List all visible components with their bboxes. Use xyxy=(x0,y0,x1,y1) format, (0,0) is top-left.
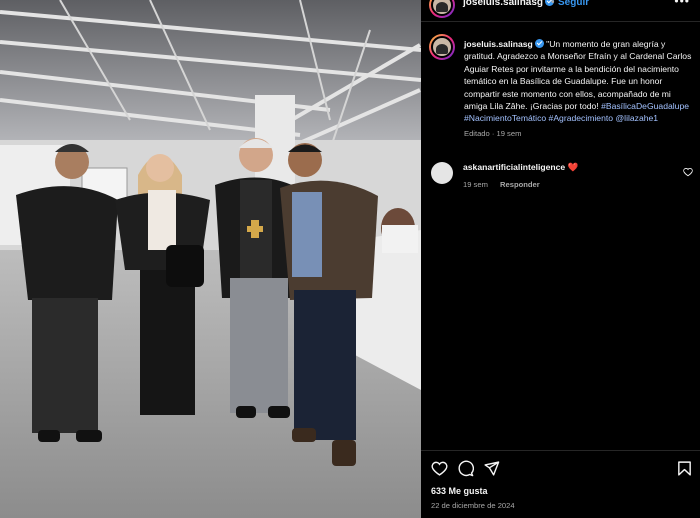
commenter-username[interactable]: askanartificialinteligence xyxy=(463,162,565,172)
author-avatar[interactable] xyxy=(429,0,455,18)
caption-author-avatar[interactable] xyxy=(429,34,455,60)
hashtag-nacimiento[interactable]: #NacimientoTemático xyxy=(464,113,546,123)
divider xyxy=(421,450,700,451)
likes-count[interactable]: 633 Me gusta xyxy=(431,486,488,496)
hashtag-basilica[interactable]: #BasílicaDeGuadalupe xyxy=(601,101,689,111)
more-options-icon[interactable]: ••• xyxy=(674,0,690,8)
post-actions xyxy=(431,460,693,478)
post-date: 22 de diciembre de 2024 xyxy=(431,501,515,510)
comment-icon[interactable] xyxy=(457,460,474,477)
commenter-avatar[interactable] xyxy=(431,162,453,184)
post-header: joseluis.salinasg • Seguir ••• xyxy=(421,0,700,22)
heart-outline-icon[interactable] xyxy=(431,460,448,477)
send-icon[interactable] xyxy=(483,460,500,477)
caption-username[interactable]: joseluis.salinasg xyxy=(464,39,533,49)
post-photo-illustration xyxy=(0,0,421,518)
follow-button[interactable]: Seguir xyxy=(558,0,589,8)
caption-username-text[interactable]: joseluis.salinasg xyxy=(464,39,533,49)
hashtag-agradecimiento[interactable]: #Agradecimiento xyxy=(549,113,614,123)
comment-time: 19 sem xyxy=(463,180,488,189)
post-sidebar: joseluis.salinasg • Seguir ••• joseluis.… xyxy=(421,0,700,518)
comment-emoji: ❤️ xyxy=(567,162,579,172)
mention-link[interactable]: @lilazahe1 xyxy=(615,113,658,123)
post-photo[interactable] xyxy=(0,0,421,518)
author-username[interactable]: joseluis.salinasg xyxy=(463,0,555,8)
author-username-text[interactable]: joseluis.salinasg xyxy=(463,0,543,8)
caption-verified-badge-icon xyxy=(534,39,544,48)
comment-like-icon[interactable] xyxy=(683,167,693,177)
separator-dot: • xyxy=(551,0,555,8)
reply-button[interactable]: Responder xyxy=(500,180,540,189)
bookmark-icon[interactable] xyxy=(676,460,693,477)
caption-meta: Editado · 19 sem xyxy=(464,128,522,138)
